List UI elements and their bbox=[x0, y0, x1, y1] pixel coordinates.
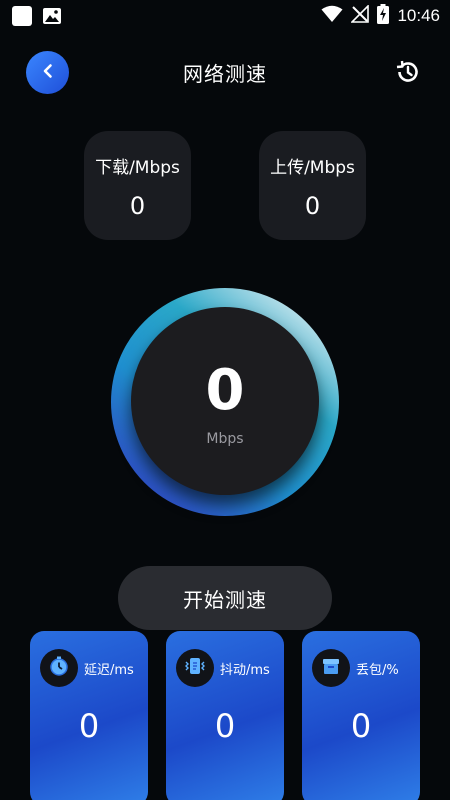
speed-gauge: 0 Mbps bbox=[131, 307, 319, 495]
start-test-button[interactable]: 开始测速 bbox=[118, 566, 332, 630]
page-title: 网络测速 bbox=[183, 62, 267, 86]
upload-label: 上传/Mbps bbox=[270, 158, 355, 178]
package-icon bbox=[320, 655, 342, 681]
status-time: 10:46 bbox=[397, 6, 440, 25]
status-bar: 10:46 bbox=[0, 0, 450, 32]
packet-loss-label: 丢包/% bbox=[356, 662, 399, 678]
stopwatch-icon bbox=[48, 655, 70, 681]
packet-loss-value: 0 bbox=[350, 707, 372, 745]
download-label: 下载/Mbps bbox=[95, 158, 180, 178]
latency-value: 0 bbox=[78, 707, 100, 745]
packet-loss-card: 丢包/% 0 bbox=[302, 631, 420, 800]
jitter-card: 抖动/ms 0 bbox=[166, 631, 284, 800]
notification-square-icon bbox=[12, 6, 32, 26]
gauge-value: 0 bbox=[205, 358, 245, 423]
jitter-icon bbox=[184, 655, 206, 681]
latency-label: 延迟/ms bbox=[84, 662, 134, 678]
upload-card: 上传/Mbps 0 bbox=[259, 131, 366, 240]
gauge-unit: Mbps bbox=[206, 431, 244, 447]
no-signal-icon bbox=[350, 4, 370, 27]
jitter-label: 抖动/ms bbox=[220, 662, 270, 678]
download-value: 0 bbox=[129, 192, 146, 220]
download-card: 下载/Mbps 0 bbox=[84, 131, 191, 240]
battery-charging-icon bbox=[377, 4, 390, 28]
history-button[interactable] bbox=[394, 58, 422, 86]
jitter-value: 0 bbox=[214, 707, 236, 745]
wifi-icon bbox=[321, 5, 343, 27]
latency-card: 延迟/ms 0 bbox=[30, 631, 148, 800]
history-icon bbox=[394, 60, 422, 90]
upload-value: 0 bbox=[304, 192, 321, 220]
image-icon bbox=[42, 6, 62, 26]
